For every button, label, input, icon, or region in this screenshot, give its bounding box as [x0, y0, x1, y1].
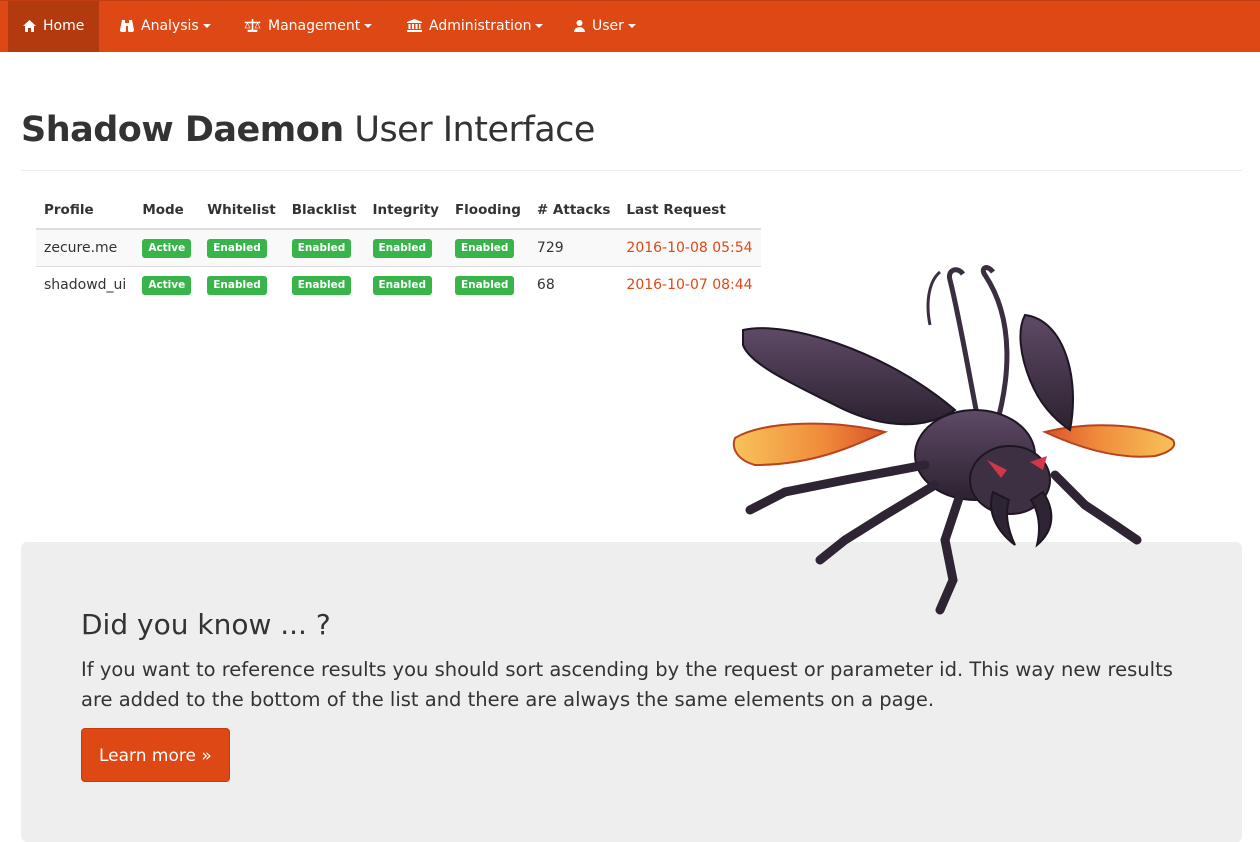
profile-name: shadowd_ui: [44, 277, 127, 293]
flooding-badge: Enabled: [454, 238, 515, 258]
column-header-blacklist: Blacklist: [283, 192, 365, 230]
column-header-profile: Profile: [36, 192, 135, 230]
whitelist-badge: Enabled: [207, 238, 267, 258]
scale-icon: [244, 18, 261, 33]
binoculars-icon: [120, 20, 134, 32]
page-title-bold: Shadow Daemon: [21, 110, 344, 150]
attack-count: 729: [528, 229, 619, 267]
user-icon: [574, 20, 585, 32]
mode-badge: Active: [142, 238, 192, 258]
mode-badge: Active: [142, 275, 192, 295]
learn-more-button[interactable]: Learn more »: [81, 728, 230, 782]
blacklist-badge: Enabled: [291, 275, 352, 295]
nav-management[interactable]: Management: [229, 1, 387, 52]
page-title-rest: User Interface: [343, 110, 595, 150]
home-icon: [23, 20, 36, 32]
nav-analysis[interactable]: Analysis: [105, 1, 226, 52]
nav-management-label: Management: [268, 18, 361, 34]
chevron-down-icon: [535, 24, 544, 28]
column-header-attacks: # Attacks: [528, 192, 619, 230]
column-header-mode: Mode: [134, 192, 200, 230]
bank-icon: [407, 19, 422, 32]
nav-analysis-label: Analysis: [141, 18, 199, 34]
chevron-down-icon: [364, 24, 373, 28]
did-you-know-text: If you want to reference results you sho…: [81, 658, 1173, 711]
header-divider: [21, 170, 1242, 171]
integrity-badge: Enabled: [372, 275, 432, 295]
attack-count: 68: [536, 277, 555, 293]
nav-home[interactable]: Home: [8, 1, 100, 52]
table-row: zecure.me Active Enabled Enabled Enabled…: [36, 229, 761, 267]
profile-name: zecure.me: [36, 229, 135, 267]
last-request-link[interactable]: 2016-10-08 05:54: [626, 240, 752, 256]
nav-user-label: User: [592, 18, 624, 34]
column-header-integrity: Integrity: [364, 192, 447, 230]
profiles-table: Profile Mode Whitelist Blacklist Integri…: [36, 192, 761, 303]
beetle-mascot-image: [732, 265, 1176, 615]
table-header-row: Profile Mode Whitelist Blacklist Integri…: [36, 192, 761, 230]
column-header-flooding: Flooding: [446, 192, 529, 230]
page-title: Shadow Daemon User Interface: [21, 110, 595, 150]
flooding-badge: Enabled: [454, 275, 515, 295]
integrity-badge: Enabled: [372, 238, 432, 258]
table-row: shadowd_ui Active Enabled Enabled Enable…: [36, 267, 761, 304]
top-navbar: Home Analysis Management Administration …: [0, 0, 1260, 52]
nav-user[interactable]: User: [559, 1, 651, 52]
chevron-down-icon: [202, 24, 211, 28]
nav-administration-label: Administration: [429, 18, 532, 34]
nav-home-label: Home: [43, 18, 85, 34]
did-you-know-title: Did you know ... ?: [81, 608, 331, 641]
chevron-down-icon: [627, 24, 636, 28]
column-header-whitelist: Whitelist: [199, 192, 284, 230]
whitelist-badge: Enabled: [207, 275, 267, 295]
blacklist-badge: Enabled: [291, 238, 352, 258]
column-header-last-request: Last Request: [618, 192, 761, 230]
nav-administration[interactable]: Administration: [392, 1, 558, 52]
